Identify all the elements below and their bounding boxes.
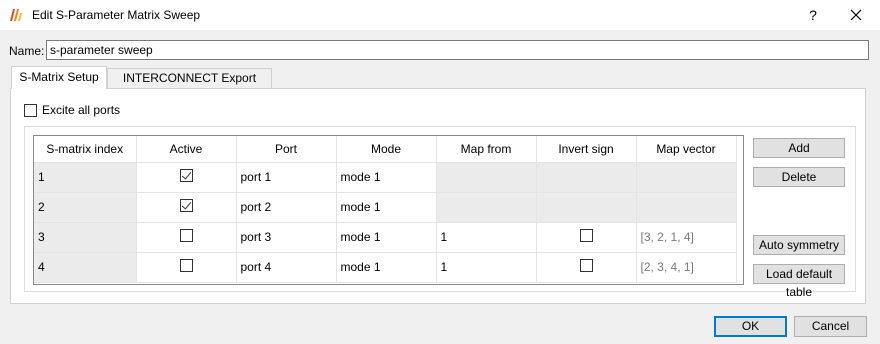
cell-index: 1 bbox=[34, 162, 137, 193]
cell-mode[interactable]: mode 1 bbox=[336, 192, 437, 223]
table-row: 3 port 3 mode 1 1 [3, 2, 1, 4] bbox=[34, 222, 737, 253]
cell-port[interactable]: port 3 bbox=[236, 222, 337, 253]
cell-map-from[interactable]: 1 bbox=[436, 222, 537, 253]
table-header-row: S-matrix index Active Port Mode Map from… bbox=[34, 136, 737, 163]
cell-active[interactable] bbox=[136, 162, 237, 193]
active-checkbox[interactable] bbox=[179, 259, 193, 272]
table-row: 4 port 4 mode 1 1 [2, 3, 4, 1] bbox=[34, 252, 737, 283]
load-default-table-button[interactable]: Load default table bbox=[753, 264, 845, 299]
cell-mode[interactable]: mode 1 bbox=[336, 252, 437, 283]
tab-s-matrix-setup[interactable]: S-Matrix Setup bbox=[11, 66, 107, 89]
column-header-mode[interactable]: Mode bbox=[336, 136, 437, 163]
title-bar: Edit S-Parameter Matrix Sweep ? bbox=[0, 0, 880, 30]
cell-map-from bbox=[436, 162, 537, 193]
cell-map-vector: [2, 3, 4, 1] bbox=[636, 252, 737, 283]
active-checkbox[interactable] bbox=[179, 229, 193, 242]
invert-sign-checkbox[interactable] bbox=[579, 259, 593, 272]
cell-active[interactable] bbox=[136, 222, 237, 253]
cell-map-vector bbox=[636, 162, 737, 193]
table-row: 2 port 2 mode 1 bbox=[34, 192, 737, 223]
invert-sign-checkbox[interactable] bbox=[579, 229, 593, 242]
help-button[interactable]: ? bbox=[800, 2, 826, 28]
cell-active[interactable] bbox=[136, 192, 237, 223]
ok-button[interactable]: OK bbox=[714, 316, 787, 337]
app-logo-icon bbox=[10, 9, 22, 21]
column-header-s-matrix-index[interactable]: S-matrix index bbox=[34, 136, 137, 163]
column-header-map-from[interactable]: Map from bbox=[436, 136, 537, 163]
excite-all-ports-checkbox[interactable]: Excite all ports bbox=[24, 103, 120, 117]
cell-invert-sign[interactable] bbox=[536, 252, 637, 283]
cell-index: 3 bbox=[34, 222, 137, 253]
cell-map-vector bbox=[636, 192, 737, 223]
cell-invert-sign bbox=[536, 162, 637, 193]
column-header-map-vector[interactable]: Map vector bbox=[636, 136, 737, 163]
name-input[interactable] bbox=[46, 40, 869, 60]
checkbox-box[interactable] bbox=[24, 103, 37, 117]
delete-button[interactable]: Delete bbox=[753, 167, 845, 187]
cell-index: 4 bbox=[34, 252, 137, 283]
cancel-button[interactable]: Cancel bbox=[794, 316, 867, 337]
cell-mode[interactable]: mode 1 bbox=[336, 162, 437, 193]
cell-port[interactable]: port 4 bbox=[236, 252, 337, 283]
s-matrix-table: S-matrix index Active Port Mode Map from… bbox=[33, 135, 744, 285]
add-button[interactable]: Add bbox=[753, 138, 845, 158]
tab-interconnect-export-setup[interactable]: INTERCONNECT Export Setup bbox=[107, 68, 272, 103]
cell-map-from bbox=[436, 192, 537, 223]
cell-map-vector: [3, 2, 1, 4] bbox=[636, 222, 737, 253]
cell-port[interactable]: port 2 bbox=[236, 192, 337, 223]
table-row: 1 port 1 mode 1 bbox=[34, 162, 737, 193]
auto-symmetry-button[interactable]: Auto symmetry bbox=[753, 235, 845, 255]
cell-invert-sign bbox=[536, 192, 637, 223]
window-title: Edit S-Parameter Matrix Sweep bbox=[32, 8, 201, 22]
active-checkbox[interactable] bbox=[179, 169, 193, 182]
name-label: Name: bbox=[9, 44, 45, 58]
cell-index: 2 bbox=[34, 192, 137, 223]
column-header-port[interactable]: Port bbox=[236, 136, 337, 163]
cell-map-from[interactable]: 1 bbox=[436, 252, 537, 283]
cell-invert-sign[interactable] bbox=[536, 222, 637, 253]
column-header-invert-sign[interactable]: Invert sign bbox=[536, 136, 637, 163]
cell-port[interactable]: port 1 bbox=[236, 162, 337, 193]
close-icon[interactable] bbox=[843, 2, 869, 28]
active-checkbox[interactable] bbox=[179, 199, 193, 212]
cell-active[interactable] bbox=[136, 252, 237, 283]
excite-all-ports-label: Excite all ports bbox=[42, 103, 121, 117]
column-header-active[interactable]: Active bbox=[136, 136, 237, 163]
cell-mode[interactable]: mode 1 bbox=[336, 222, 437, 253]
